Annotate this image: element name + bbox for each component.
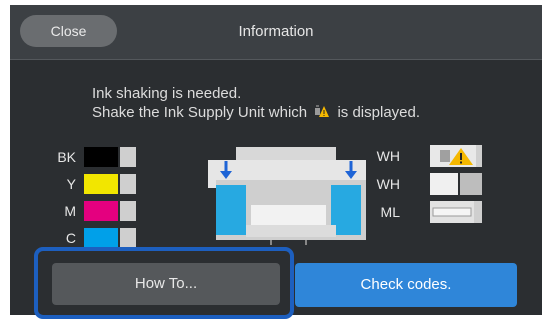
white-ink-label-2: WH — [376, 176, 400, 192]
ink-level-y — [84, 174, 136, 194]
ink-level-m — [84, 201, 136, 221]
white-ink-level-3 — [430, 201, 482, 223]
white-ink-label-1: WH — [376, 148, 400, 164]
message-text: Ink shaking is needed. Shake the Ink Sup… — [92, 84, 420, 122]
white-ink-label-3: ML — [380, 204, 400, 220]
white-ink-level-2 — [430, 173, 482, 195]
white-ink-level-1 — [430, 145, 482, 167]
shake-warning-icon — [314, 104, 330, 117]
callout-highlight-frame — [34, 247, 294, 319]
header-bar: Information Close — [10, 5, 542, 60]
shake-warning-icon — [430, 145, 482, 167]
check-codes-button[interactable]: Check codes. — [295, 263, 517, 307]
message-line-1: Ink shaking is needed. — [92, 85, 242, 102]
close-button[interactable]: Close — [20, 15, 117, 47]
message-line-2: Shake the Ink Supply Unit which is displ… — [92, 104, 421, 121]
ink-level-bk — [84, 147, 136, 167]
ink-level-c — [84, 228, 136, 248]
